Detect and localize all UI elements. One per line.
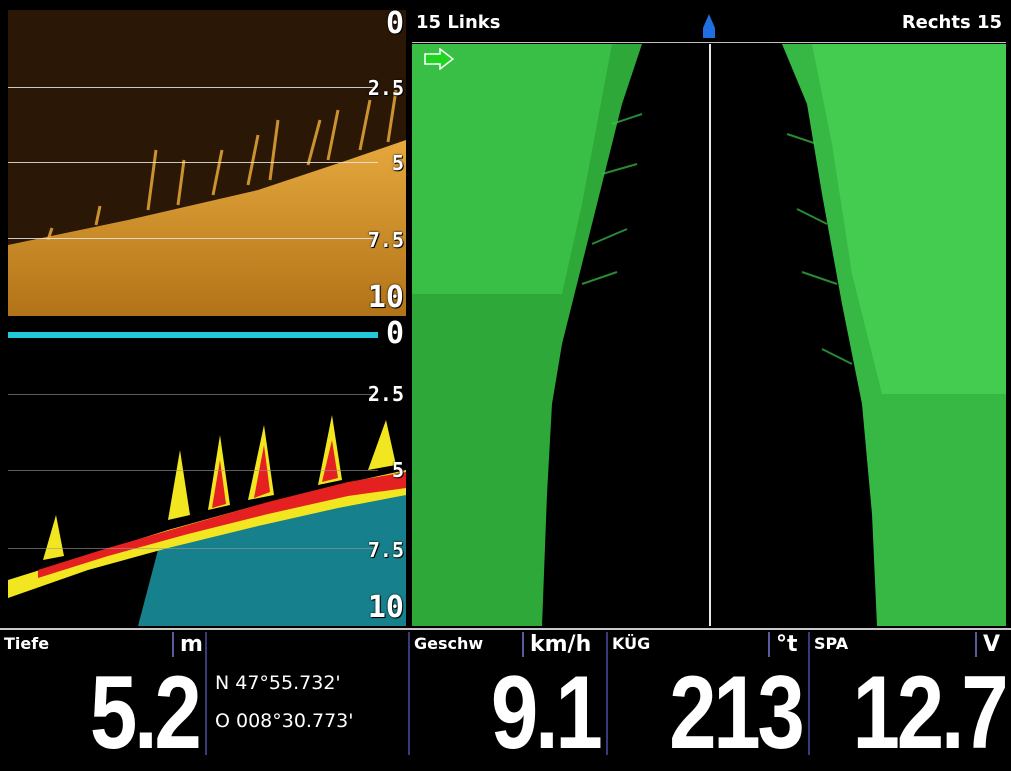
voltage-unit: V [975, 632, 1000, 657]
down-scale-5: 5 [391, 151, 404, 175]
2d-scale-7-5: 7.5 [367, 538, 404, 562]
depth-box: Tiefe m 5.2 [0, 630, 205, 765]
2d-gridline-2-5 [8, 394, 378, 395]
surface-line [8, 332, 378, 338]
speed-value: 9.1 [491, 655, 603, 771]
depth-label: Tiefe [4, 634, 50, 653]
boat-icon [703, 14, 715, 38]
gps-longitude: O 008°30.773' [215, 710, 354, 732]
center-line [709, 44, 711, 626]
down-scale-10: 10 [367, 280, 404, 315]
left-range-label: 15 Links [416, 12, 501, 33]
separator [205, 632, 207, 755]
side-imaging-header: 15 Links Rechts 15 [412, 10, 1006, 43]
2d-gridline-5 [8, 470, 378, 471]
speed-label: Geschw [414, 634, 484, 653]
bottom-divider [0, 628, 1011, 630]
gps-latitude: N 47°55.732' [215, 672, 341, 694]
down-imaging-view[interactable]: 0 2.5 5 7.5 10 [8, 10, 406, 316]
depth-value: 5.2 [90, 655, 202, 771]
side-imaging-view[interactable] [412, 44, 1006, 626]
2d-scale-10: 10 [367, 590, 404, 625]
depth-gridline-2-5 [8, 87, 378, 88]
course-value: 213 [669, 655, 806, 771]
arrow-right-icon [424, 48, 454, 70]
voltage-value: 12.7 [852, 655, 1008, 771]
sonar-display: 0 2.5 5 7.5 10 0 2.5 5 7.5 10 15 Links R… [0, 0, 1011, 765]
2d-gridline-7-5 [8, 548, 378, 549]
down-scale-7-5: 7.5 [367, 228, 404, 252]
speed-unit: km/h [522, 632, 591, 657]
down-scale-0: 0 [385, 10, 404, 41]
speed-box: Geschw km/h 9.1 [410, 630, 606, 765]
right-range-label: Rechts 15 [901, 12, 1002, 33]
voltage-label: SPA [814, 634, 849, 653]
2d-sonar-view[interactable]: 0 2.5 5 7.5 10 [8, 320, 406, 626]
down-scale-2-5: 2.5 [367, 76, 404, 100]
down-imaging-sonar-returns [8, 89, 406, 316]
depth-gridline-7-5 [8, 238, 378, 239]
voltage-box: SPA V 12.7 [810, 630, 1011, 765]
depth-unit: m [172, 632, 203, 657]
course-unit: °t [768, 632, 798, 657]
course-label: KÜG [612, 634, 651, 653]
depth-gridline-5 [8, 162, 378, 163]
2d-sonar-returns [8, 332, 406, 626]
2d-scale-5: 5 [391, 458, 404, 482]
course-box: KÜG °t 213 [608, 630, 808, 765]
2d-scale-2-5: 2.5 [367, 382, 404, 406]
2d-scale-0: 0 [385, 320, 404, 351]
